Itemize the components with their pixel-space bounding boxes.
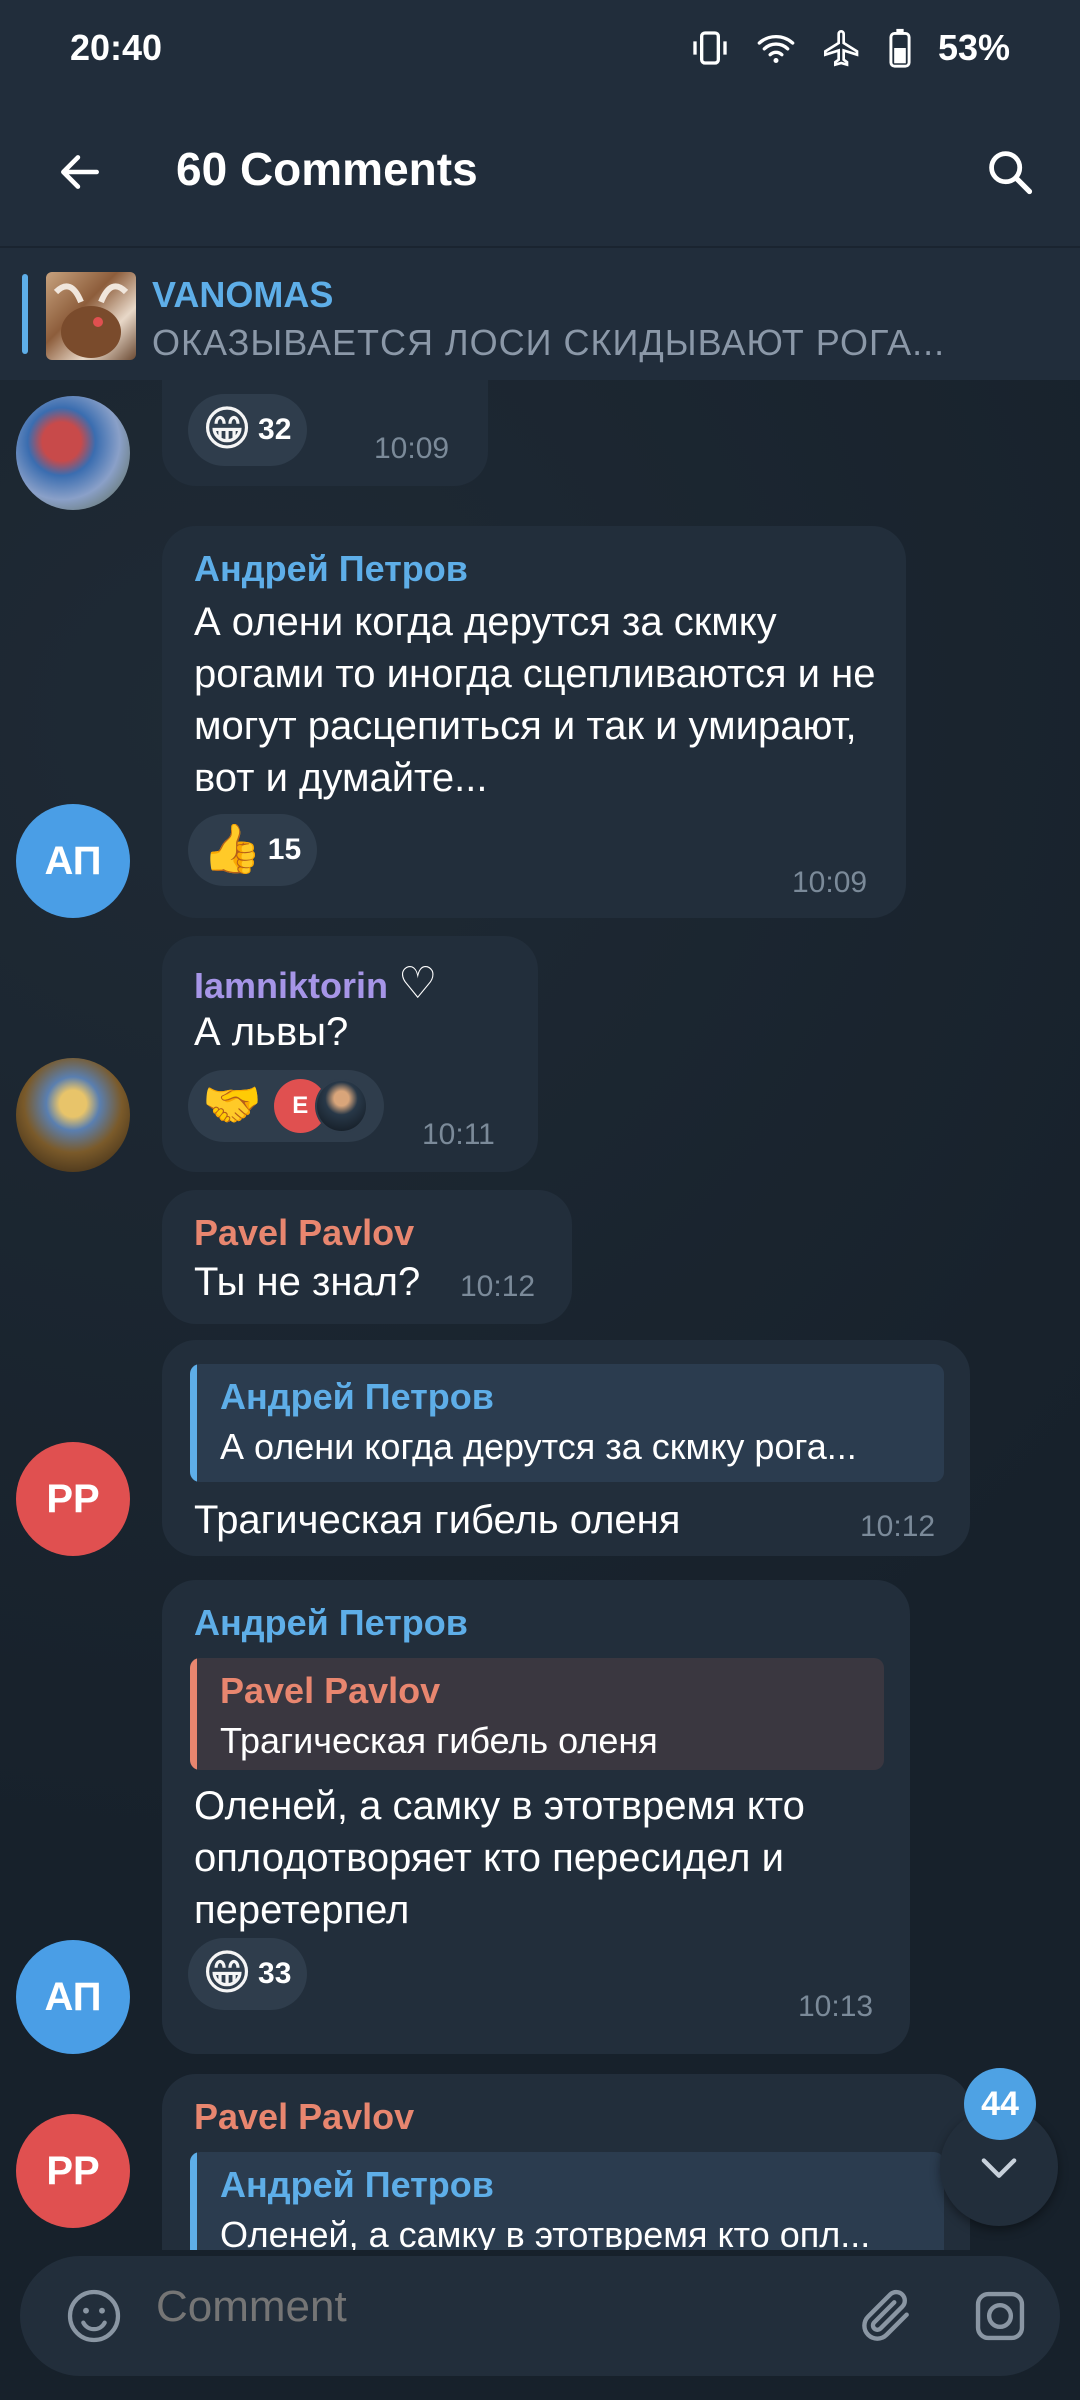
search-button[interactable] (970, 132, 1050, 212)
original-post-banner[interactable]: VANOMAS ОКАЗЫВАЕТСЯ ЛОСИ СКИДЫВАЮТ РОГА.… (0, 246, 1080, 380)
message-time: 10:09 (792, 866, 868, 899)
sender-name: Андрей Петров (194, 548, 468, 589)
quote-sender: Андрей Петров (220, 2164, 494, 2205)
emoji-button[interactable] (54, 2276, 134, 2356)
avatar[interactable]: PP (16, 1442, 130, 1556)
quote-text: Трагическая гибель оленя (220, 1720, 658, 1761)
reaction-count: 32 (258, 413, 292, 446)
back-button[interactable] (40, 132, 120, 212)
quote-text: А олени когда дерутся за скмку рога... (220, 1426, 857, 1467)
page-title: 60 Comments (176, 143, 478, 195)
quote-sender: Pavel Pavlov (220, 1670, 441, 1711)
paperclip-icon (862, 2289, 909, 2341)
back-arrow-icon (61, 155, 99, 189)
quote-sender: Андрей Петров (220, 1376, 494, 1417)
message-bubble[interactable]: Андрей Петров А олени когда дерутся за с… (162, 526, 906, 918)
sender-name-text: Iamniktorin (194, 965, 389, 1006)
reply-quote[interactable]: Андрей Петров Оленей, а самку в этотврем… (190, 2152, 944, 2250)
reactor-avatar-photo (314, 1079, 368, 1133)
reply-quote[interactable]: Pavel Pavlov Трагическая гибель оленя (190, 1658, 884, 1770)
camera-button[interactable] (960, 2276, 1040, 2356)
wifi-icon (756, 28, 796, 68)
status-icons: 53% (690, 27, 1010, 69)
pinned-accent-bar (22, 274, 28, 354)
message-time: 10:12 (460, 1270, 536, 1303)
telegram-comments-screen: 20:40 53% 60 Comments VANOMAS ОКАЗЫВАЕТС… (0, 0, 1080, 2400)
avatar[interactable] (16, 1058, 130, 1172)
message-text: А олени когда дерутся за скмку рогами то… (194, 600, 876, 800)
comments-header: 60 Comments (0, 96, 1080, 246)
grinning-emoji-icon: 😁 (202, 403, 253, 456)
reaction-chip[interactable]: 😁 33 (188, 1938, 308, 2010)
attach-button[interactable] (846, 2276, 926, 2356)
post-channel-name: VANOMAS (152, 274, 334, 315)
heart-icon: ♡ (398, 959, 438, 1008)
message-bubble[interactable]: Pavel Pavlov Ты не знал? 10:12 (162, 1190, 572, 1324)
avatar[interactable]: АП (16, 804, 130, 918)
sender-name: Pavel Pavlov (194, 2096, 415, 2137)
status-time: 20:40 (70, 27, 163, 68)
battery-percent: 53% (937, 27, 1010, 68)
reaction-chip[interactable]: 👍 15 (188, 814, 318, 886)
reply-quote[interactable]: Андрей Петров А олени когда дерутся за с… (190, 1364, 944, 1482)
message-text: А ты (194, 380, 279, 392)
airplane-icon (822, 28, 862, 68)
message-text: Ты не знал? (194, 1260, 421, 1304)
message-bubble[interactable]: Андрей Петров А олени когда дерутся за с… (162, 1340, 970, 1556)
sender-name: Pavel Pavlov (194, 1212, 415, 1253)
quote-accent-bar (190, 1658, 197, 1770)
message-bubble[interactable]: Iamniktorin ♡ А львы? 🤝 E 10:11 (162, 936, 538, 1172)
grinning-emoji-icon: 😁 (202, 1947, 253, 2000)
comment-input[interactable] (156, 2282, 716, 2332)
sender-name: Iamniktorin ♡ (194, 958, 438, 1009)
handshake-emoji-icon: 🤝 (202, 1079, 262, 1132)
avatar[interactable]: АП (16, 1940, 130, 2054)
battery-icon (888, 28, 912, 68)
reaction-count: 33 (258, 1957, 292, 1990)
unread-count-badge: 44 (964, 2068, 1036, 2140)
smiley-icon (67, 2289, 121, 2343)
comments-list[interactable]: А ты 😁 32 10:09 Андрей Петров А олени ко… (0, 380, 1080, 2250)
chevron-down-icon (981, 2158, 1017, 2178)
reaction-count: 15 (267, 833, 302, 866)
post-thumbnail (46, 272, 136, 360)
message-time: 10:12 (860, 1510, 936, 1543)
message-text: Трагическая гибель оленя (194, 1498, 681, 1542)
quote-accent-bar (190, 2152, 197, 2250)
message-text: А львы? (194, 1010, 349, 1054)
message-time: 10:13 (798, 1990, 874, 2023)
camera-icon (975, 2291, 1025, 2341)
status-bar: 20:40 53% (0, 0, 1080, 96)
avatar[interactable]: PP (16, 2114, 130, 2228)
message-text: Оленей, а самку в этотвремя кто оплодотв… (194, 1784, 805, 1932)
quote-text: Оленей, а самку в этотвремя кто опл... (220, 2214, 871, 2250)
message-time: 10:09 (374, 432, 450, 465)
vibrate-icon (690, 28, 730, 68)
avatar[interactable] (16, 396, 130, 510)
reaction-chip[interactable]: 😁 32 (188, 394, 308, 466)
thumbs-up-emoji-icon: 👍 (202, 823, 262, 876)
quote-accent-bar (190, 1364, 197, 1482)
message-bubble[interactable]: Pavel Pavlov Андрей Петров Оленей, а сам… (162, 2074, 970, 2250)
comment-composer (20, 2256, 1060, 2376)
reaction-chip[interactable]: 🤝 E (188, 1070, 384, 1142)
message-bubble[interactable]: А ты 😁 32 10:09 (162, 380, 488, 486)
search-icon (989, 151, 1033, 195)
sender-name: Андрей Петров (194, 1602, 468, 1643)
post-preview-text: ОКАЗЫВАЕТСЯ ЛОСИ СКИДЫВАЮТ РОГА... (152, 322, 946, 363)
message-time: 10:11 (422, 1118, 495, 1151)
message-bubble[interactable]: Андрей Петров Pavel Pavlov Трагическая г… (162, 1580, 910, 2054)
